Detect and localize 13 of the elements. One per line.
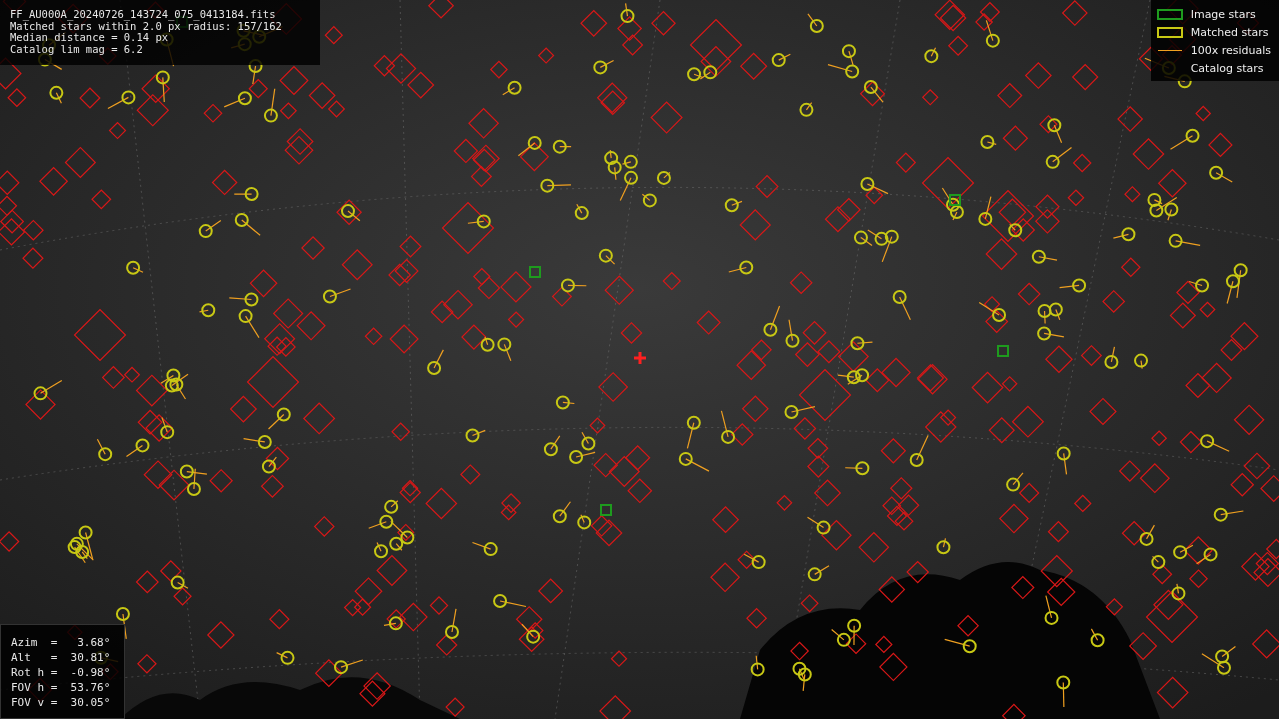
legend-label: Catalog stars: [1190, 62, 1264, 75]
info-text: Catalog lim mag = 6.2: [10, 43, 144, 55]
info-text: Median distance = 0.14 px: [10, 32, 169, 44]
pointing-text: FOV v = 30.05°: [11, 695, 111, 710]
info-text: Matched stars within 2.0 px radius: 157/162: [10, 20, 283, 32]
pointing-text: Rot h = -0.98°: [11, 665, 111, 680]
legend-label: Image stars: [1190, 8, 1256, 21]
legend-label: 100x residuals: [1190, 44, 1271, 57]
info-text: FF_AU000A_20240726_143724_075_0413184.fits: [10, 9, 277, 21]
pointing-text: Alt = 30.81°: [11, 650, 111, 665]
pointing-text: FOV h = 53.76°: [11, 680, 111, 695]
pointing-text: Azim = 3.68°: [11, 635, 111, 650]
legend-label: Matched stars: [1190, 26, 1269, 39]
